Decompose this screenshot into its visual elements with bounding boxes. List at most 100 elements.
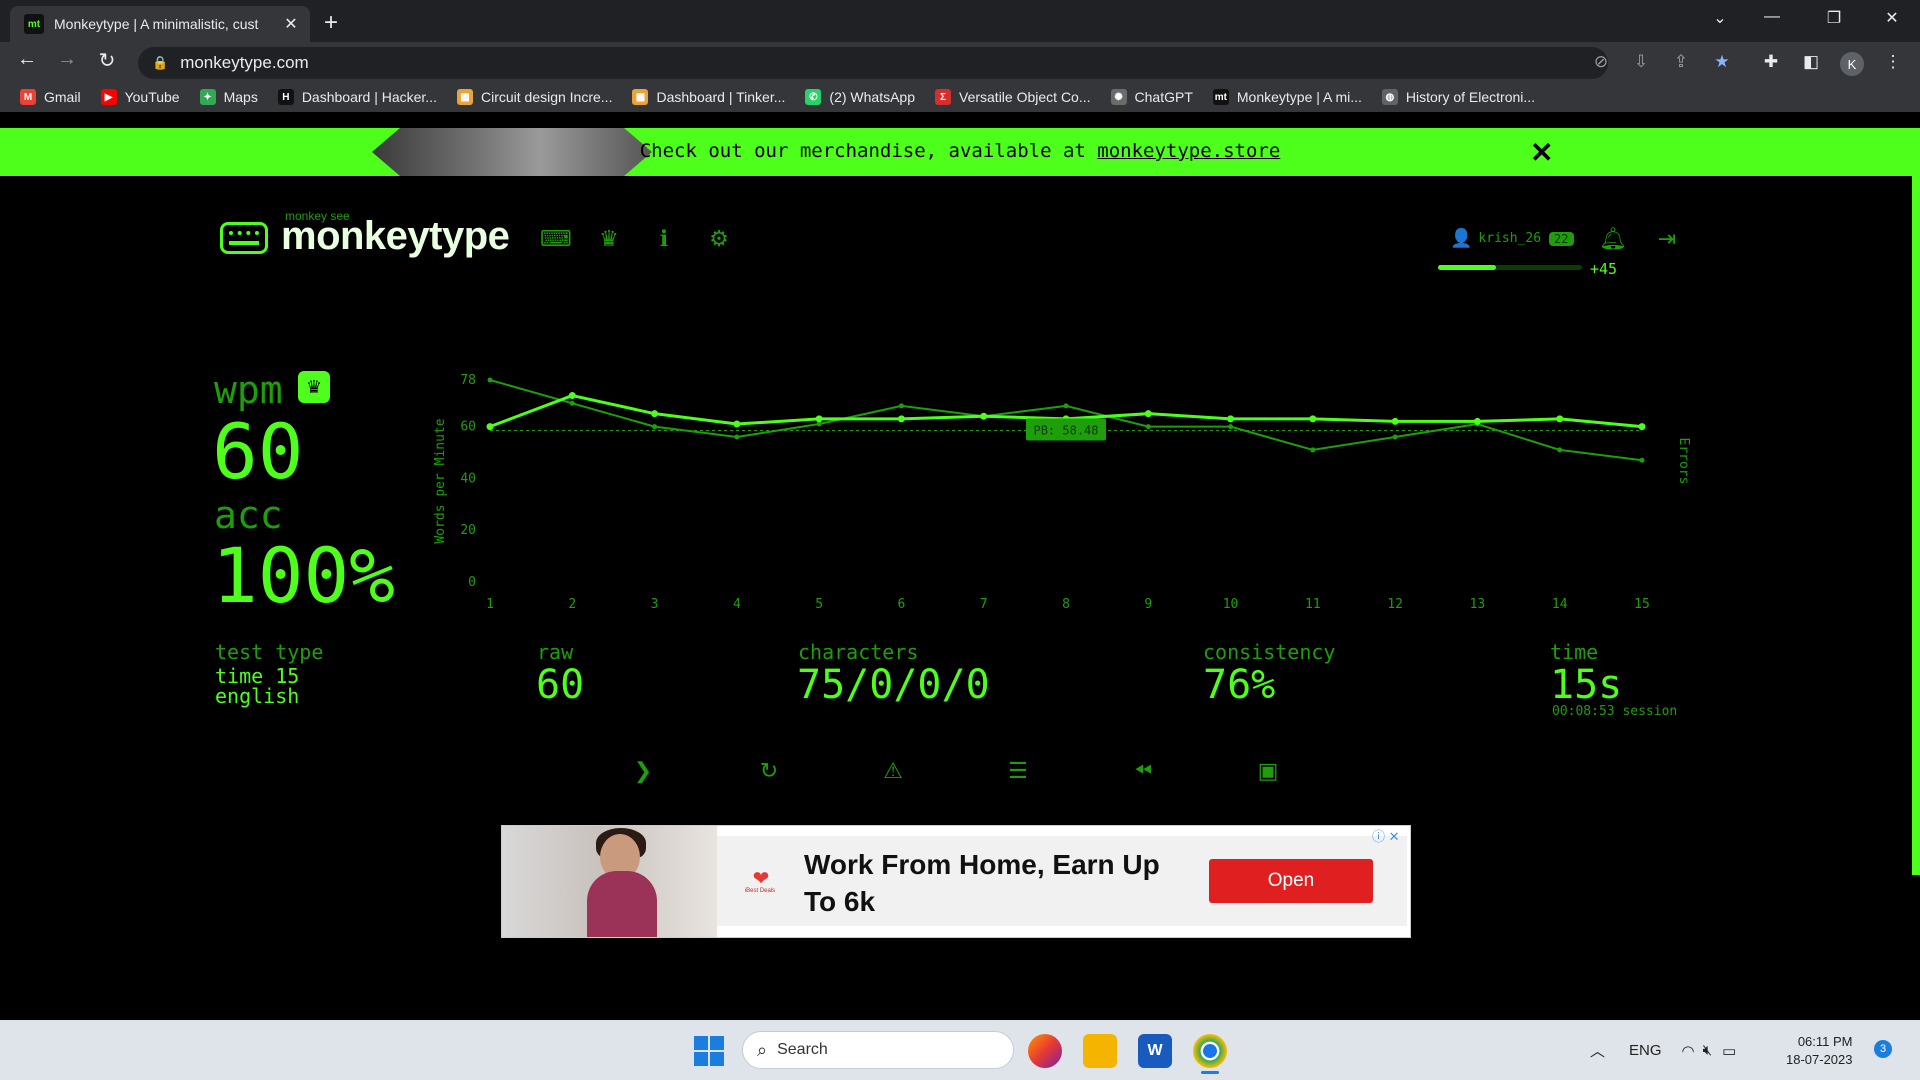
sigma-icon: Σ xyxy=(935,89,951,105)
clock-time: 06:11 PM xyxy=(1797,1034,1853,1049)
extensions-icon[interactable]: ✚ xyxy=(1758,52,1784,72)
time-value[interactable]: 15s xyxy=(1550,662,1622,708)
forward-icon[interactable]: → xyxy=(52,48,82,71)
series-point xyxy=(1639,457,1645,463)
file-explorer-icon[interactable] xyxy=(1083,1034,1117,1068)
keyboard-icon[interactable]: ⌨ xyxy=(540,226,572,252)
settings-gear-icon[interactable]: ⚙ xyxy=(704,226,734,252)
series-point xyxy=(898,403,904,409)
consistency-value[interactable]: 76% xyxy=(1203,662,1275,708)
taskbar-clock[interactable]: 06:11 PM 18-07-2023 xyxy=(1786,1033,1853,1069)
reload-icon[interactable]: ↻ xyxy=(92,48,122,73)
chrome-icon[interactable] xyxy=(1193,1034,1227,1068)
bookmark-label: ChatGPT xyxy=(1134,89,1193,105)
bookmark-item[interactable]: ✺ ChatGPT xyxy=(1110,89,1193,105)
ad-choices-icon[interactable]: ⓘ ✕ xyxy=(1372,826,1408,844)
series-point xyxy=(1228,424,1234,430)
monkeytype-favicon-icon: mt xyxy=(24,14,44,34)
series-point xyxy=(980,412,988,420)
page-scrollbar[interactable] xyxy=(1912,128,1920,875)
close-tab-icon[interactable]: ✕ xyxy=(280,14,302,34)
install-icon[interactable]: ⇩ xyxy=(1628,52,1654,72)
x-tick-label: 9 xyxy=(1144,597,1152,612)
characters-value[interactable]: 75/0/0/0 xyxy=(797,662,990,708)
bookmark-item[interactable]: H Dashboard | Hacker... xyxy=(277,89,437,105)
volume-muted-icon[interactable]: 🔇︎ xyxy=(1703,1042,1712,1059)
word-icon[interactable]: W xyxy=(1138,1034,1172,1068)
x-tick-label: 4 xyxy=(733,597,741,612)
bookmark-item[interactable]: M Gmail xyxy=(20,89,81,105)
side-panel-icon[interactable]: ◧ xyxy=(1798,52,1824,72)
tab-search-chevron-icon[interactable]: ⌄ xyxy=(1692,8,1748,28)
restore-icon[interactable]: ❐ xyxy=(1806,8,1862,28)
notifications-bell-icon[interactable]: 🔔︎ xyxy=(1598,226,1628,252)
bookmark-item[interactable]: ▦ Dashboard | Tinker... xyxy=(632,89,785,105)
lock-icon[interactable]: 🔒 xyxy=(152,55,168,71)
bookmark-item[interactable]: ▦ Circuit design Incre... xyxy=(456,89,612,105)
bookmark-item[interactable]: ◍ History of Electroni... xyxy=(1381,89,1535,105)
notification-count-badge[interactable]: 3 xyxy=(1874,1040,1892,1058)
ad-photo[interactable] xyxy=(502,826,717,937)
merch-store-link[interactable]: monkeytype.store xyxy=(1097,140,1280,162)
profile-avatar[interactable]: K xyxy=(1840,52,1864,76)
ad-brand-heart-icon: ❤ xyxy=(752,868,770,890)
acc-value[interactable]: 100% xyxy=(212,532,395,620)
series-point xyxy=(652,424,658,430)
series-point xyxy=(651,410,659,418)
screenshot-image-icon[interactable]: ▣ xyxy=(1248,758,1288,784)
about-info-icon[interactable]: ℹ xyxy=(649,226,679,252)
y-tick-label: 60 xyxy=(460,420,476,435)
ad-open-button[interactable]: Open xyxy=(1209,859,1373,903)
leaderboard-crown-icon[interactable]: ♛ xyxy=(594,226,624,252)
bookmark-star-icon[interactable]: ★ xyxy=(1709,52,1735,72)
taskbar-search[interactable]: ⌕ Search xyxy=(742,1031,1014,1069)
tray-overflow-chevron-icon[interactable]: ︿ xyxy=(1590,1040,1605,1061)
wpm-value[interactable]: 60 xyxy=(212,408,304,496)
next-test-chevron-icon[interactable]: ❯ xyxy=(623,758,663,784)
pb-label: PB: 58.48 xyxy=(1033,424,1098,438)
series-point xyxy=(1556,415,1564,423)
restart-icon[interactable]: ↻ xyxy=(749,758,789,784)
gmail-icon: M xyxy=(20,89,36,105)
browser-tab[interactable]: mt Monkeytype | A minimalistic, cust ✕ xyxy=(10,6,310,42)
account-button[interactable]: 👤 krish_26 22 xyxy=(1450,228,1574,249)
windows-start-icon[interactable] xyxy=(694,1036,724,1066)
new-tab-icon[interactable]: + xyxy=(324,9,338,37)
address-bar[interactable]: 🔒 monkeytype.com xyxy=(138,47,1608,79)
language-indicator[interactable]: ENG xyxy=(1629,1042,1662,1059)
watch-replay-rewind-icon[interactable]: ⏪︎ xyxy=(1123,758,1163,784)
banner-close-icon[interactable]: ✕ xyxy=(1530,136,1553,169)
clock-date: 18-07-2023 xyxy=(1786,1052,1853,1067)
raw-value[interactable]: 60 xyxy=(536,662,584,708)
minimize-icon[interactable]: — xyxy=(1744,8,1800,26)
battery-icon[interactable]: ▭ xyxy=(1722,1042,1736,1060)
close-window-icon[interactable]: ✕ xyxy=(1864,8,1920,28)
series-point xyxy=(1392,434,1398,440)
practice-words-warning-icon[interactable]: ⚠ xyxy=(873,758,913,784)
bookmark-item[interactable]: mt Monkeytype | A mi... xyxy=(1212,89,1362,105)
bookmark-item[interactable]: ✦ Maps xyxy=(199,89,258,105)
series-point xyxy=(1310,447,1316,453)
bookmark-label: Maps xyxy=(223,89,258,105)
show-words-history-icon[interactable]: ☰ xyxy=(998,758,1038,784)
logout-icon[interactable]: ⇥ xyxy=(1652,226,1682,252)
logo-text[interactable]: monkeytype xyxy=(281,214,510,259)
firefox-icon[interactable] xyxy=(1028,1034,1062,1068)
series-point xyxy=(487,377,493,383)
share-icon[interactable]: ⇪ xyxy=(1668,52,1694,72)
series-point xyxy=(569,400,575,406)
cookie-blocked-icon[interactable]: ⊘ xyxy=(1588,52,1614,72)
bookmark-item[interactable]: ▶ YouTube xyxy=(100,89,180,105)
bookmark-item[interactable]: ✆ (2) WhatsApp xyxy=(805,89,915,105)
bookmark-item[interactable]: Σ Versatile Object Co... xyxy=(935,89,1091,105)
y2-axis-label: Errors xyxy=(1676,438,1691,485)
wifi-icon[interactable]: ◠ xyxy=(1682,1042,1695,1060)
monkeytype-logo-icon[interactable] xyxy=(220,222,268,254)
menu-kebab-icon[interactable]: ⋮ xyxy=(1880,52,1906,72)
personal-best-crown-icon[interactable]: ♛ xyxy=(298,371,330,403)
wpm-chart[interactable]: 0204060781 2 3 4 5 6 7 8 9 10 11 12 13 14 15Words per … xyxy=(420,370,1710,620)
ad-headline[interactable]: Work From Home, Earn Up To 6k xyxy=(804,846,1184,920)
x-tick-label: 15 xyxy=(1634,597,1650,612)
back-icon[interactable]: ← xyxy=(12,48,42,71)
characters-label: characters xyxy=(798,640,919,664)
